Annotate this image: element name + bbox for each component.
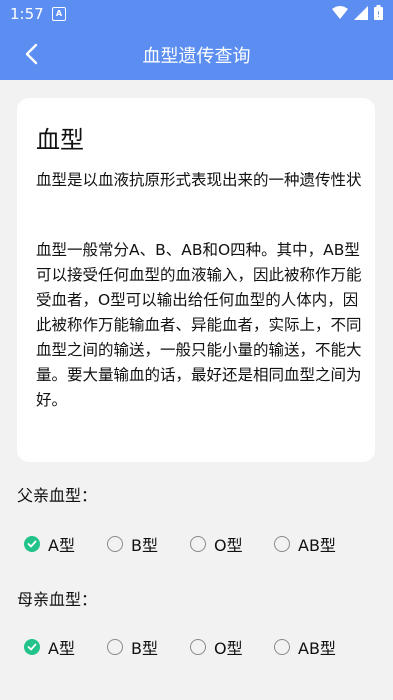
father-option-o[interactable]: O型 [190, 530, 243, 558]
radio-unchecked-icon[interactable] [107, 639, 123, 655]
mother-option-label: O型 [214, 639, 243, 658]
mother-option-label: A型 [48, 639, 75, 658]
radio-unchecked-icon[interactable] [274, 536, 290, 552]
mother-option-label: AB型 [298, 639, 336, 658]
status-time: 1:57 [10, 5, 44, 23]
notification-icon: A [52, 7, 66, 21]
battery-icon: ! [374, 5, 383, 20]
mother-option-o[interactable]: O型 [190, 633, 243, 661]
father-option-label: A型 [48, 536, 75, 555]
mother-blood-type-label: 母亲血型： [17, 590, 98, 609]
card-subtitle: 血型是以血液抗原形式表现出来的一种遗传性状 [36, 171, 362, 189]
mother-option-label: B型 [131, 639, 158, 658]
radio-unchecked-icon[interactable] [190, 639, 206, 655]
app-bar: 血型遗传查询 [0, 28, 393, 80]
mother-option-a[interactable]: A型 [24, 633, 75, 661]
signal-icon [354, 5, 368, 20]
father-blood-type-group: A型 B型 O型 AB型 [24, 530, 384, 558]
father-option-label: O型 [214, 536, 243, 555]
father-option-ab[interactable]: AB型 [274, 530, 336, 558]
status-icons: ! [332, 5, 383, 20]
mother-option-ab[interactable]: AB型 [274, 633, 336, 661]
mother-blood-type-group: A型 B型 O型 AB型 [24, 633, 384, 661]
status-bar: 1:57 A ! [0, 0, 393, 28]
radio-unchecked-icon[interactable] [190, 536, 206, 552]
card-heading: 血型 [36, 126, 84, 154]
mother-option-b[interactable]: B型 [107, 633, 158, 661]
father-option-b[interactable]: B型 [107, 530, 158, 558]
radio-checked-icon[interactable] [24, 536, 40, 552]
father-option-a[interactable]: A型 [24, 530, 75, 558]
radio-unchecked-icon[interactable] [274, 639, 290, 655]
father-blood-type-label: 父亲血型： [17, 486, 98, 505]
info-card: 血型 血型是以血液抗原形式表现出来的一种遗传性状 血型一般常分A、B、AB和O四… [17, 98, 375, 462]
father-option-label: B型 [131, 536, 158, 555]
card-body: 血型一般常分A、B、AB和O四种。其中，AB型可以接受任何血型的血液输入，因此被… [36, 241, 362, 409]
radio-unchecked-icon[interactable] [107, 536, 123, 552]
svg-text:!: ! [377, 10, 380, 19]
page-title: 血型遗传查询 [142, 46, 251, 67]
wifi-icon [332, 5, 348, 19]
father-option-label: AB型 [298, 536, 336, 555]
radio-checked-icon[interactable] [24, 639, 40, 655]
